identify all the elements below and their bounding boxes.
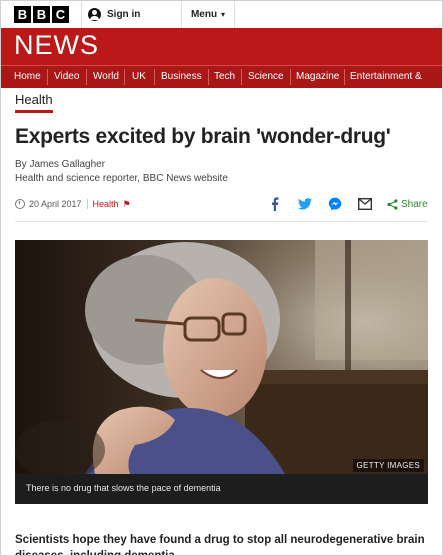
news-banner: NEWS — [1, 28, 442, 65]
signin-label: Sign in — [107, 9, 141, 20]
author-byline: By James Gallagher — [15, 159, 106, 170]
news-title-link[interactable]: NEWS — [14, 30, 99, 61]
article-date: 20 April 2017 — [29, 199, 82, 209]
nav-divider — [154, 69, 155, 85]
nav-item-video[interactable]: Video — [49, 66, 84, 88]
top-bar: B B C Sign in Menu ▾ — [1, 1, 442, 29]
article-meta: 20 April 2017 Health ⚑ — [15, 197, 131, 211]
signin-button[interactable]: Sign in — [81, 1, 190, 28]
share-label: Share — [401, 198, 428, 210]
article-photo — [15, 240, 428, 474]
photo-illustration — [15, 240, 428, 474]
nav-item-uk[interactable]: UK — [127, 66, 151, 88]
nav-divider — [124, 69, 125, 85]
email-icon[interactable] — [357, 196, 373, 212]
menu-button[interactable]: Menu ▾ — [181, 1, 235, 28]
logo-letter: B — [14, 6, 31, 23]
image-caption: There is no drug that slows the pace of … — [26, 483, 221, 493]
main-nav: Home Video World UK Business Tech Scienc… — [1, 65, 442, 103]
twitter-icon[interactable] — [297, 196, 313, 212]
nav-item-magazine[interactable]: Magazine — [291, 66, 344, 88]
nav-item-home[interactable]: Home — [9, 66, 46, 88]
bbc-logo[interactable]: B B C — [14, 6, 69, 23]
nav-divider — [86, 69, 87, 85]
logo-letter: C — [52, 6, 69, 23]
article-headline: Experts excited by brain 'wonder-drug' — [15, 125, 391, 148]
nav-divider — [47, 69, 48, 85]
nav-item-tech[interactable]: Tech — [209, 66, 240, 88]
logo-letter: B — [33, 6, 50, 23]
nav-item-science[interactable]: Science — [243, 66, 289, 88]
flag-icon: ⚑ — [122, 198, 131, 209]
meta-divider — [86, 199, 88, 209]
nav-item-world[interactable]: World — [88, 66, 124, 88]
nav-divider — [241, 69, 242, 85]
image-caption-bar: GETTY IMAGES There is no drug that slows… — [15, 459, 428, 504]
meta-divider-line — [15, 221, 428, 222]
topic-tag-health[interactable]: Health — [93, 199, 119, 209]
user-icon — [88, 8, 101, 21]
messenger-icon[interactable] — [327, 196, 343, 212]
facebook-icon[interactable] — [267, 196, 283, 212]
nav-item-entertainment-arts[interactable]: Entertainment & Arts — [345, 66, 442, 103]
share-button[interactable]: Share — [387, 199, 428, 210]
article-intro: Scientists hope they have found a drug t… — [15, 533, 425, 556]
share-icon — [387, 198, 398, 210]
image-credit: GETTY IMAGES — [352, 459, 424, 472]
section-link-health[interactable]: Health — [15, 92, 53, 113]
clock-icon — [15, 199, 25, 209]
page-frame: B B C Sign in Menu ▾ NEWS Home Video Wor… — [0, 0, 443, 556]
author-role: Health and science reporter, BBC News we… — [15, 173, 228, 184]
share-tools: Share — [267, 196, 428, 212]
nav-item-business[interactable]: Business — [156, 66, 207, 88]
chevron-down-icon: ▾ — [221, 10, 226, 19]
menu-label: Menu — [190, 9, 218, 20]
